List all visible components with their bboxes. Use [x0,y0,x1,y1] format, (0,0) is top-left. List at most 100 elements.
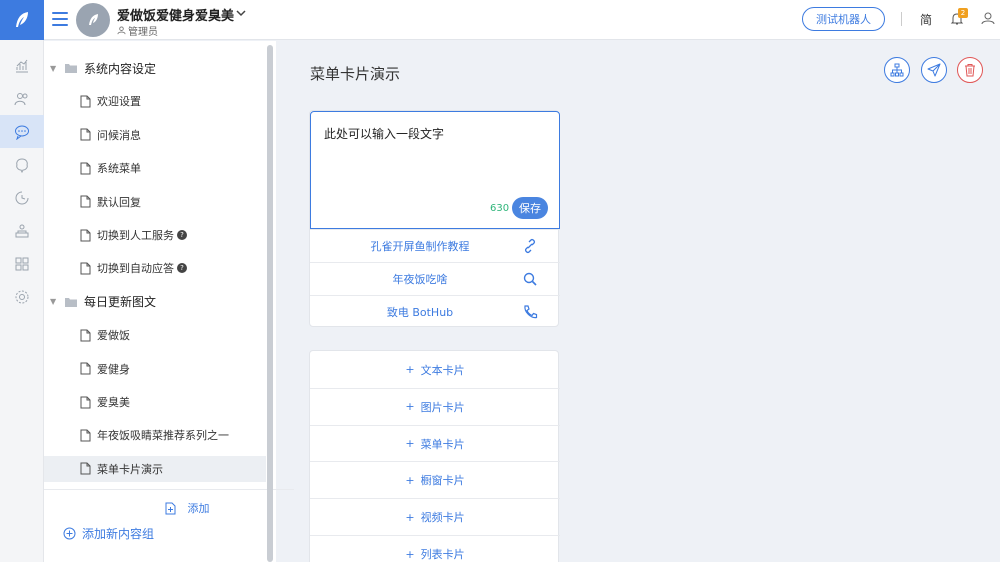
document-icon [80,229,91,241]
tree-item-label: 系统菜单 [97,162,141,176]
rail-item-apps[interactable] [0,247,44,280]
plus-icon: + [405,363,415,376]
rail-item-history[interactable] [0,181,44,214]
menu-toggle-icon[interactable] [52,12,68,26]
tree-item[interactable]: 默认回复 [44,189,266,215]
tree-item[interactable]: 菜单卡片演示 [44,455,266,482]
tree-item[interactable]: 切换到人工服务? [44,222,266,248]
document-icon [80,362,91,375]
tree-item[interactable]: 切换到自动应答? [44,255,266,281]
tree-item[interactable]: 系统菜单 [44,155,266,181]
tree-group[interactable]: ▼ 系统内容设定 [44,55,266,81]
tree-item[interactable]: 欢迎设置 [44,88,266,114]
add-document-icon [165,502,175,515]
add-card-list: + 文本卡片 + 图片卡片 + 菜单卡片 + 橱窗卡片 + 视频卡片 + 列表卡片 [309,350,560,562]
tree-item[interactable]: 问候消息 [44,122,266,148]
user-role-label: 管理员 [128,27,158,38]
add-card-label: 图片卡片 [420,400,465,414]
send-icon [927,63,941,77]
top-header: 爱做饭爱健身爱臭美 管理员 测试机器人 简 2 [44,0,1000,40]
app-title: 爱做饭爱健身爱臭美 [117,9,235,24]
rail-item-team[interactable] [0,214,44,247]
rail-item-users[interactable] [0,82,44,115]
trash-icon [965,64,975,77]
header-divider [901,12,902,26]
delete-button[interactable] [957,57,983,83]
tree-group[interactable]: ▼ 每日更新图文 [44,289,266,315]
user-icon[interactable] [981,11,995,25]
phone-icon [524,305,538,319]
document-icon [80,195,91,208]
main-content: 菜单卡片演示 此处可以输入一段文字 630 保存 孔雀开屏鱼制作教程 年夜饭吃啥致… [278,41,1000,562]
plus-circle-icon [63,527,76,540]
brain-icon [16,157,28,173]
feather-logo-icon[interactable] [0,0,44,40]
avatar[interactable] [76,3,110,37]
rail-item-chart[interactable] [0,49,44,82]
menu-item-label: 孔雀开屏鱼制作教程 [370,240,470,253]
caret-down-icon[interactable]: ▼ [50,297,60,306]
menu-card-item[interactable]: 年夜饭吃啥 [310,262,560,295]
rail-item-settings[interactable] [0,280,44,313]
caret-down-icon[interactable]: ▼ [50,64,60,73]
add-card-label: 橱窗卡片 [420,474,465,488]
help-icon[interactable]: ? [177,230,187,240]
plus-icon: + [405,510,415,524]
icon-rail [0,0,44,562]
document-icon [80,162,91,175]
plus-icon: + [405,547,415,561]
tree-item[interactable]: 爱臭美 [44,389,266,415]
document-icon [80,95,91,108]
add-card-option[interactable]: + 图片卡片 [310,387,560,425]
menu-card-item[interactable]: 孔雀开屏鱼制作教程 [310,229,560,262]
add-card-option[interactable]: + 菜单卡片 [310,424,560,462]
language-toggle[interactable]: 简 [920,11,932,28]
document-icon [80,429,91,442]
users-icon [14,92,28,105]
add-item-label: 添加 [187,502,210,516]
save-button[interactable]: 保存 [512,197,548,219]
sitemap-icon [890,63,904,77]
settings-icon [15,290,29,303]
editor-text[interactable]: 此处可以输入一段文字 [324,125,444,142]
add-group-button[interactable]: 添加新内容组 [44,520,266,546]
add-card-option[interactable]: + 视频卡片 [310,498,560,535]
tree-item[interactable]: 爱健身 [44,356,266,382]
menu-item-label: 年夜饭吃啥 [392,273,448,286]
test-bot-button[interactable]: 测试机器人 [802,7,885,31]
plus-icon: + [405,473,415,487]
rail-item-brain[interactable] [0,148,44,181]
tree-item[interactable]: 爱做饭 [44,322,266,348]
tree-item-label: 切换到自动应答 [97,262,174,276]
rail-item-chat[interactable] [0,115,44,148]
add-card-label: 视频卡片 [420,511,465,525]
search-icon [523,272,537,286]
char-count: 630 [490,203,510,214]
tree-item-label: 年夜饭吸睛菜推荐系列之一 [97,429,229,443]
help-icon[interactable]: ? [177,263,187,274]
structure-button[interactable] [884,57,910,83]
tree-item-label: 爱做饭 [97,329,130,343]
page-title: 菜单卡片演示 [310,65,401,83]
tree-scrollbar[interactable] [267,45,273,562]
document-icon [80,396,91,408]
tree-item-label: 切换到人工服务 [97,229,174,242]
content-tree: ▼ 系统内容设定 欢迎设置 问候消息 系统菜单 默认回复 切换到人工服务? 切换到自动应答? ▼… [44,41,294,562]
card-text-editor[interactable]: 此处可以输入一段文字 630 保存 [310,111,560,229]
menu-card-item[interactable]: 致电 BotHub [310,295,560,328]
chat-icon [15,125,29,140]
tree-item[interactable]: 年夜饭吸睛菜推荐系列之一 [44,422,266,448]
folder-icon [65,64,77,73]
user-role: 管理员 [117,23,158,38]
document-icon [80,462,91,475]
add-card-label: 文本卡片 [420,363,465,377]
add-group-label: 添加新内容组 [82,526,155,541]
add-card-option[interactable]: + 文本卡片 [310,351,560,388]
add-card-option[interactable]: + 橱窗卡片 [310,461,560,498]
folder-icon [65,297,77,307]
team-icon [15,224,29,237]
chevron-down-icon[interactable] [234,6,248,20]
document-icon [80,329,91,342]
add-card-option[interactable]: + 列表卡片 [310,535,560,562]
send-button[interactable] [921,57,947,83]
